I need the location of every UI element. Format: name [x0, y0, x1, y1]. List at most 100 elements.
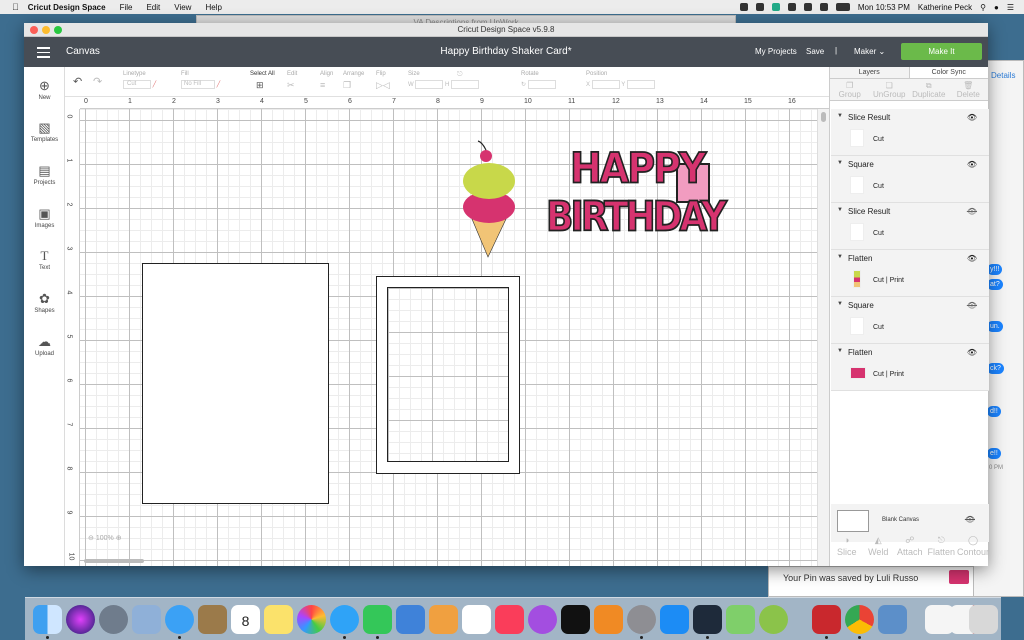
cricut-icon[interactable]: [693, 605, 722, 639]
chrome-icon[interactable]: [845, 605, 874, 639]
layer-operation[interactable]: Cut: [873, 183, 884, 190]
fill-color-icon[interactable]: ╱: [217, 82, 221, 88]
height-input[interactable]: [451, 80, 480, 89]
rotate-control[interactable]: Rotate ↻: [521, 71, 556, 89]
lock-icon[interactable]: ⎋: [457, 71, 463, 79]
flatten-button[interactable]: ⎋ Flatten: [926, 534, 958, 564]
design-canvas[interactable]: HAPPY BIRTHDAY ⊖ 100% ⊕: [80, 109, 817, 566]
hamburger-menu-icon[interactable]: [37, 47, 50, 61]
launchpad-icon[interactable]: [99, 605, 128, 634]
vertical-scrollbar[interactable]: [817, 109, 829, 566]
linetype-select[interactable]: Cut: [123, 80, 151, 89]
zoom-control[interactable]: ⊖ 100% ⊕: [88, 534, 122, 542]
attach-button[interactable]: ☍ Attach: [894, 534, 926, 564]
tab-layers[interactable]: Layers: [830, 67, 910, 78]
facetime-icon[interactable]: [363, 605, 392, 639]
scroll-up-arrow[interactable]: [821, 112, 826, 122]
visibility-hidden-icon[interactable]: 👁: [967, 207, 977, 216]
contour-button[interactable]: ◯ Contour: [957, 534, 989, 564]
notebook-icon[interactable]: [198, 605, 227, 634]
rotate-input[interactable]: [527, 80, 556, 89]
sidebar-item-templates[interactable]: ▧ Templates: [24, 120, 65, 143]
ice-cream-cone-image[interactable]: [458, 139, 520, 259]
sidebar-item-projects[interactable]: ▤ Projects: [24, 163, 65, 186]
y-input[interactable]: [626, 80, 655, 89]
notification-icon[interactable]: ☰: [1007, 3, 1014, 12]
search-icon[interactable]: ⚲: [980, 3, 986, 12]
books-icon[interactable]: [594, 605, 623, 634]
position-control[interactable]: Position X Y: [586, 71, 655, 89]
calendar-icon[interactable]: 8: [231, 605, 260, 634]
siri-icon[interactable]: [66, 605, 95, 634]
notes-icon[interactable]: [264, 605, 293, 634]
visibility-eye-icon[interactable]: 👁: [967, 113, 977, 122]
status-icon[interactable]: [739, 3, 748, 11]
details-tab[interactable]: Details: [991, 71, 1015, 80]
sidebar-item-new[interactable]: ⊕ New: [24, 78, 65, 101]
layer-operation[interactable]: Cut | Print: [873, 277, 904, 284]
status-icon[interactable]: [755, 3, 764, 11]
canvas-color-swatch[interactable]: [837, 510, 869, 532]
horizontal-scrollbar[interactable]: [84, 559, 144, 563]
layer-item[interactable]: ▼ Square 👁 Cut: [831, 156, 989, 203]
redo-icon[interactable]: ↷: [93, 75, 102, 88]
safari-icon[interactable]: [165, 605, 194, 639]
visibility-eye-icon[interactable]: 👁: [967, 160, 977, 169]
status-icon[interactable]: [771, 3, 780, 11]
linetype-control[interactable]: Linetype Cut ╱: [123, 71, 156, 89]
acrobat-icon[interactable]: [812, 605, 841, 639]
width-input[interactable]: [415, 80, 444, 89]
happy-birthday-image[interactable]: HAPPY BIRTHDAY: [545, 143, 728, 263]
battery-icon[interactable]: [835, 3, 850, 11]
photo-slideshow-icon[interactable]: [132, 605, 161, 634]
shaker-frame[interactable]: [376, 276, 520, 474]
pages-icon[interactable]: [429, 605, 458, 634]
sidebar-item-images[interactable]: ▣ Images: [24, 206, 65, 229]
edit-button[interactable]: Edit ✂: [287, 71, 297, 91]
collapse-caret-icon[interactable]: ▼: [837, 254, 843, 260]
visibility-hidden-icon[interactable]: 👁: [965, 515, 975, 524]
minimize-window-button[interactable]: [42, 26, 50, 34]
maps-icon[interactable]: [726, 605, 755, 634]
close-window-button[interactable]: [30, 26, 38, 34]
reminders-icon[interactable]: [462, 605, 491, 634]
x-input[interactable]: [591, 80, 620, 89]
select-all-button[interactable]: Select All ⊞: [250, 71, 275, 91]
app-store-icon[interactable]: [660, 605, 689, 634]
shaker-window[interactable]: [387, 287, 509, 462]
pinterest-window[interactable]: Your Pin was saved by Luli Russo: [768, 566, 974, 597]
layer-operation[interactable]: Cut: [873, 136, 884, 143]
size-control[interactable]: Size W H: [408, 71, 480, 89]
arrange-button[interactable]: Arrange ❐: [343, 71, 364, 91]
volume-icon[interactable]: [819, 3, 828, 11]
user-name[interactable]: Katherine Peck: [918, 3, 972, 12]
delete-button[interactable]: 🗑 Delete: [949, 79, 989, 100]
system-preferences-icon[interactable]: [627, 605, 656, 639]
trash-icon[interactable]: [969, 605, 998, 634]
menu-help[interactable]: Help: [205, 3, 221, 12]
sidebar-item-shapes[interactable]: ✿ Shapes: [24, 291, 65, 314]
podcasts-icon[interactable]: [528, 605, 557, 634]
machine-select[interactable]: Maker ⌄: [854, 47, 885, 56]
app-icon[interactable]: [759, 605, 788, 634]
layer-item[interactable]: ▼ Slice Result 👁 Cut: [831, 203, 989, 250]
layer-item[interactable]: ▼ Slice Result 👁 Cut: [831, 109, 989, 156]
fill-control[interactable]: Fill No Fill ╱: [181, 71, 220, 89]
wifi-icon[interactable]: [803, 3, 812, 11]
collapse-caret-icon[interactable]: ▼: [837, 301, 843, 307]
linetype-color-icon[interactable]: ╱: [153, 82, 157, 88]
duplicate-button[interactable]: ⧉ Duplicate: [909, 79, 949, 100]
collapse-caret-icon[interactable]: ▼: [837, 348, 843, 354]
group-button[interactable]: ❐ Group: [830, 79, 870, 100]
visibility-eye-icon[interactable]: 👁: [967, 254, 977, 263]
save-button[interactable]: Save: [806, 47, 824, 56]
layer-item[interactable]: ▼ Square 👁 Cut: [831, 297, 989, 344]
preview-icon[interactable]: [878, 605, 907, 634]
sidebar-item-upload[interactable]: ☁ Upload: [24, 334, 65, 357]
siri-icon[interactable]: ●: [994, 3, 999, 12]
layer-operation[interactable]: Cut: [873, 230, 884, 237]
apple-tv-icon[interactable]: [561, 605, 590, 634]
visibility-hidden-icon[interactable]: 👁: [967, 301, 977, 310]
finder-icon[interactable]: [33, 605, 62, 639]
collapse-caret-icon[interactable]: ▼: [837, 160, 843, 166]
